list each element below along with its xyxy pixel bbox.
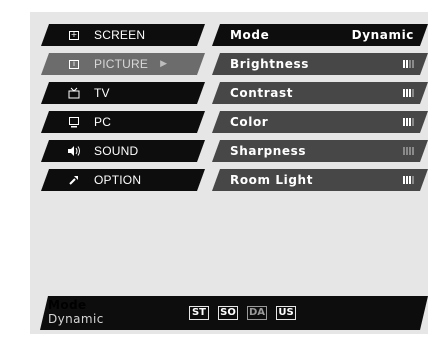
menu-item-option[interactable]: OPTION	[41, 169, 205, 191]
level-segment	[403, 60, 405, 68]
setting-mode-label: Mode	[230, 28, 270, 42]
option-icon	[63, 174, 85, 186]
screen-icon: +	[70, 30, 78, 39]
level-segment	[403, 89, 405, 97]
wrench-icon-glyph	[68, 174, 80, 186]
setting-contrast[interactable]: Contrast	[212, 82, 428, 104]
menu-label: PC	[94, 115, 112, 129]
level-indicator	[403, 176, 414, 184]
level-segment	[406, 60, 408, 68]
menu-item-tv[interactable]: TV	[41, 82, 205, 104]
setting-label: Room Light	[230, 173, 314, 187]
level-segment	[409, 60, 411, 68]
level-indicator	[403, 60, 414, 68]
setting-mode[interactable]: Mode Dynamic	[212, 24, 428, 46]
menu-label: SOUND	[94, 144, 139, 158]
menu-label: OPTION	[94, 173, 142, 187]
pc-icon-glyph	[68, 116, 80, 128]
picture-icon: i	[63, 60, 85, 69]
menu-item-screen[interactable]: + SCREEN	[41, 24, 205, 46]
setting-label: Brightness	[230, 57, 310, 71]
level-segment	[406, 147, 408, 155]
level-segment	[412, 118, 414, 126]
menu-item-sound[interactable]: SOUND	[41, 140, 205, 162]
bottom-mode-info: Mode Dynamic	[48, 298, 104, 326]
setting-room-light[interactable]: Room Light	[212, 169, 428, 191]
setting-label: Color	[230, 115, 269, 129]
menu-item-pc[interactable]: PC	[41, 111, 205, 133]
tv-icon	[63, 87, 85, 99]
setting-sharpness[interactable]: Sharpness	[212, 140, 428, 162]
menu-label: SCREEN	[94, 28, 146, 42]
preset-button[interactable]: DA	[247, 306, 267, 320]
level-segment	[412, 60, 414, 68]
level-indicator	[403, 89, 414, 97]
level-segment	[406, 176, 408, 184]
level-segment	[412, 147, 414, 155]
level-segment	[403, 147, 405, 155]
setting-brightness[interactable]: Brightness	[212, 53, 428, 75]
level-segment	[412, 89, 414, 97]
chevron-right-icon: ▶	[160, 59, 167, 69]
preset-button[interactable]: US	[276, 306, 296, 320]
pc-icon	[63, 116, 85, 128]
level-segment	[403, 118, 405, 126]
menu-label: PICTURE	[94, 57, 149, 71]
level-segment	[406, 118, 408, 126]
level-segment	[409, 176, 411, 184]
preset-button[interactable]: ST	[189, 306, 209, 320]
level-indicator	[403, 147, 414, 155]
mode-presets: ST SO DA US	[189, 306, 296, 320]
bottom-mode-value: Dynamic	[48, 312, 104, 326]
bottom-mode-title: Mode	[48, 298, 87, 312]
level-indicator	[403, 118, 414, 126]
level-segment	[409, 147, 411, 155]
level-segment	[409, 118, 411, 126]
speaker-icon-glyph	[67, 145, 81, 157]
preset-button[interactable]: SO	[218, 306, 238, 320]
setting-mode-value: Dynamic	[351, 28, 414, 42]
level-segment	[406, 89, 408, 97]
level-segment	[409, 89, 411, 97]
menu-item-picture[interactable]: i PICTURE ▶	[41, 53, 205, 75]
level-segment	[403, 176, 405, 184]
setting-color[interactable]: Color	[212, 111, 428, 133]
menu-label: TV	[94, 86, 110, 100]
tv-icon-glyph	[68, 87, 80, 99]
setting-label: Contrast	[230, 86, 294, 100]
level-segment	[412, 176, 414, 184]
sound-icon	[63, 145, 85, 157]
setting-label: Sharpness	[230, 144, 307, 158]
